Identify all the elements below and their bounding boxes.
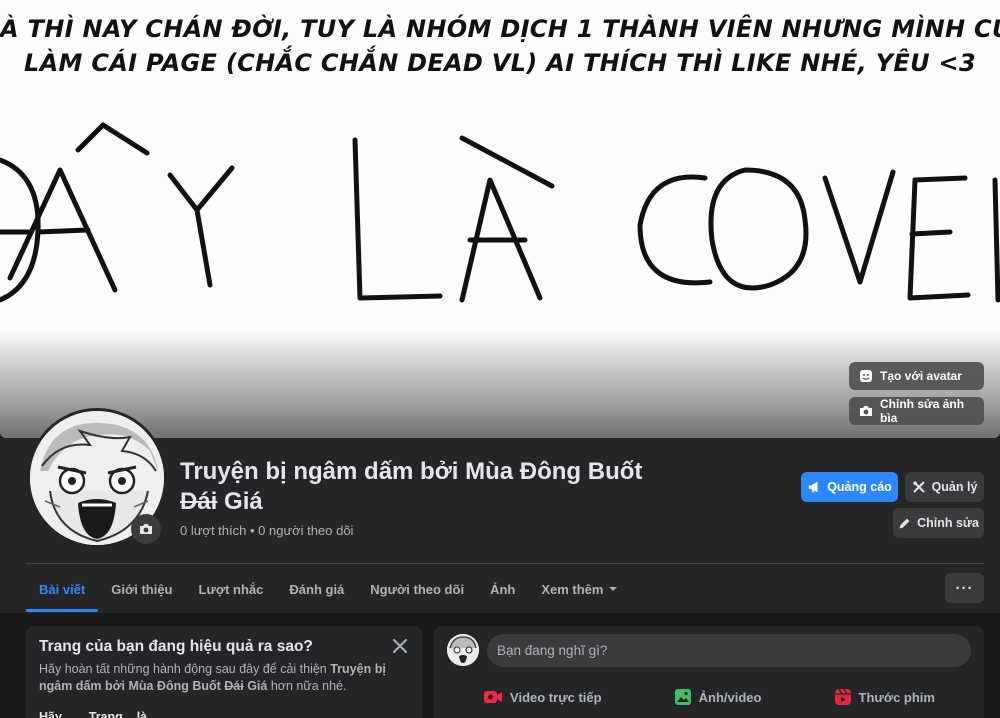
page-title: Truyện bị ngâm dấm bởi Mùa Đông Buốt Dái… [180, 457, 720, 517]
post-composer: Bạn đang nghĩ gì? Video trực tiếp Ảnh/vi… [434, 626, 984, 718]
page-title-part2: Dái [180, 488, 218, 515]
ellipsis-icon: ··· [955, 579, 974, 597]
advertise-button[interactable]: Quảng cáo [801, 472, 898, 502]
manage-label: Quản lý [931, 480, 978, 494]
tab-more[interactable]: Xem thêm [528, 566, 631, 612]
edit-cover-photo-button[interactable]: Chỉnh sửa ảnh bìa [849, 397, 984, 425]
cover-caption: À THÌ NAY CHÁN ĐỜI, TUY LÀ NHÓM DỊCH 1 T… [0, 12, 1000, 80]
close-icon[interactable] [390, 636, 410, 656]
live-video-label: Video trực tiếp [510, 689, 602, 705]
cover-caption-line2: LÀM CÁI PAGE (CHẮC CHẮN DEAD VL) AI THÍC… [24, 49, 976, 77]
reel-icon [834, 688, 851, 705]
tab-reviews[interactable]: Đánh giá [276, 566, 357, 612]
performance-card-partial-line: Hãy... ... Trang... là... [39, 710, 158, 718]
tab-posts[interactable]: Bài viết [26, 566, 99, 612]
performance-card-description: Hãy hoàn tất những hành động sau đây để … [39, 661, 399, 695]
header-divider [26, 563, 984, 564]
live-video-icon [484, 691, 503, 703]
composer-avatar [447, 634, 479, 666]
update-profile-picture-button[interactable] [131, 514, 161, 544]
cover-caption-line1: À THÌ NAY CHÁN ĐỜI, TUY LÀ NHÓM DỊCH 1 T… [0, 15, 1000, 43]
tab-photos[interactable]: Ảnh [477, 566, 528, 612]
pencil-icon [899, 518, 910, 528]
page-stats[interactable]: 0 lượt thích • 0 người theo dõi [180, 523, 353, 538]
tab-photos-label: Ảnh [490, 581, 516, 597]
page-title-part1: Truyện bị ngâm dấm bởi Mùa Đông Buốt [180, 458, 643, 485]
tools-icon [912, 481, 925, 493]
tab-more-label: Xem thêm [541, 581, 604, 597]
edit-page-button[interactable]: Chỉnh sửa [893, 508, 984, 538]
tab-followers-label: Người theo dõi [370, 581, 465, 597]
desc-page-name-2: Dái [224, 679, 244, 693]
tab-mentions[interactable]: Lượt nhắc [186, 566, 277, 612]
live-video-button[interactable]: Video trực tiếp [483, 688, 602, 706]
tab-posts-label: Bài viết [39, 581, 86, 597]
manage-button[interactable]: Quản lý [905, 472, 984, 502]
camera-icon [140, 524, 152, 534]
desc-text-1: Hãy hoàn tất những hành động sau đây để … [39, 662, 331, 676]
tab-about-label: Giới thiệu [111, 581, 173, 597]
reel-button[interactable]: Thước phim [834, 688, 935, 706]
desc-text-2: hơn nữa nhé. [267, 679, 347, 693]
camera-icon [860, 406, 872, 416]
cover-photo[interactable]: À THÌ NAY CHÁN ĐỜI, TUY LÀ NHÓM DỊCH 1 T… [0, 0, 1000, 438]
page-performance-card: Trang của bạn đang hiệu quả ra sao? Hãy … [26, 626, 422, 718]
photo-video-label: Ảnh/video [698, 689, 762, 705]
photo-video-button[interactable]: Ảnh/video [674, 688, 762, 706]
edit-cover-label: Chỉnh sửa ảnh bìa [880, 397, 965, 425]
edit-page-label: Chỉnh sửa [917, 516, 979, 530]
photo-icon [674, 689, 691, 705]
whats-on-your-mind-input[interactable]: Bạn đang nghĩ gì? [487, 634, 971, 667]
create-with-avatar-label: Tạo với avatar [880, 369, 962, 383]
megaphone-icon [808, 481, 818, 493]
tab-mentions-label: Lượt nhắc [198, 581, 264, 597]
manga-face-avatar [447, 634, 479, 666]
composer-actions: Video trực tiếp Ảnh/video Thước phim [447, 688, 971, 706]
tab-followers[interactable]: Người theo dõi [357, 566, 477, 612]
advertise-label: Quảng cáo [827, 480, 892, 494]
tab-about[interactable]: Giới thiệu [98, 566, 185, 612]
desc-page-name-3: Giá [243, 679, 268, 693]
reel-label: Thước phim [858, 689, 935, 705]
performance-card-title: Trang của bạn đang hiệu quả ra sao? [39, 638, 313, 655]
create-with-avatar-button[interactable]: Tạo với avatar [849, 362, 984, 390]
page-tabs: Bài viết Giới thiệu Lượt nhắc Đánh giá N… [26, 566, 631, 612]
more-options-button[interactable]: ··· [945, 573, 984, 603]
tab-reviews-label: Đánh giá [289, 581, 345, 597]
avatar-sticker-icon [860, 370, 872, 382]
page-title-part3: Giá [217, 488, 263, 515]
caret-down-icon [609, 587, 618, 591]
